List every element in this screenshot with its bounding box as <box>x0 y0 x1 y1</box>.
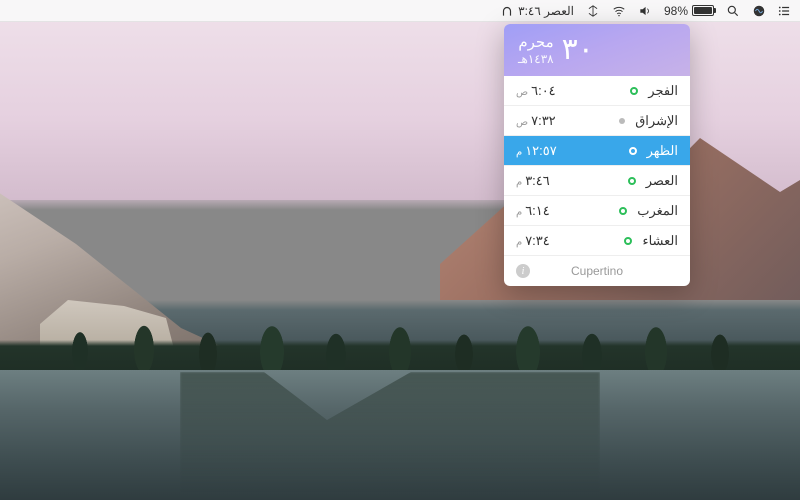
prayer-time: ٦:١٤ <box>525 203 550 219</box>
spotlight-menu-item[interactable] <box>726 4 740 18</box>
prayer-time: ٣:٤٦ <box>525 173 550 189</box>
prayer-row[interactable]: العشاء ٧:٣٤م <box>504 226 690 256</box>
prayer-time: ١٢:٥٧ <box>525 143 557 159</box>
indicator-active-icon <box>624 237 632 245</box>
app-status-text: العصر ٣:٤٦ <box>518 4 574 18</box>
prayer-time: ٧:٣٤ <box>525 233 550 249</box>
battery-percent: 98% <box>664 4 688 18</box>
volume-menu-item[interactable] <box>638 4 652 18</box>
prayer-time: ٧:٣٢ <box>531 113 556 129</box>
hijri-year: ١٤٣٨هـ <box>518 52 554 66</box>
prayer-period: م <box>516 207 522 218</box>
indicator-active-icon <box>629 147 637 155</box>
app-menubar-item[interactable]: العصر ٣:٤٦ <box>500 4 574 18</box>
panel-footer: i Cupertino <box>504 256 690 286</box>
prayer-period: ص <box>516 87 528 98</box>
prayer-period: م <box>516 237 522 248</box>
panel-header: ٣٠ محرم ١٤٣٨هـ <box>504 24 690 76</box>
siri-menu-item[interactable] <box>752 4 766 18</box>
arch-icon <box>500 4 514 18</box>
prayer-times-panel: ٣٠ محرم ١٤٣٨هـ الفجر٦:٠٤صالإشراق٧:٣٢صالظ… <box>504 24 690 286</box>
wifi-menu-item[interactable] <box>612 4 626 18</box>
indicator-dot-icon <box>619 118 625 124</box>
indicator-active-icon <box>628 177 636 185</box>
prayer-time: ٦:٠٤ <box>531 83 556 99</box>
search-icon <box>726 4 740 18</box>
prayer-row[interactable]: الإشراق ٧:٣٢ص <box>504 106 690 136</box>
battery-menu-item[interactable]: 98% <box>664 4 714 18</box>
prayer-name: الإشراق <box>635 113 678 129</box>
prayer-name: العشاء <box>642 233 678 249</box>
prayer-period: م <box>516 177 522 188</box>
indicator-active-icon <box>619 207 627 215</box>
wifi-icon <box>612 4 626 18</box>
notification-center-menu-item[interactable] <box>778 4 792 18</box>
hijri-day: ٣٠ <box>562 35 594 65</box>
prayer-name: المغرب <box>637 203 678 219</box>
menu-bar: العصر ٣:٤٦ 98% <box>0 0 800 22</box>
prayer-name: الفجر <box>648 83 678 99</box>
list-icon <box>778 4 792 18</box>
siri-icon <box>752 4 766 18</box>
hijri-month: محرم <box>518 34 554 52</box>
prayer-row[interactable]: المغرب ٦:١٤م <box>504 196 690 226</box>
indicator-active-icon <box>630 87 638 95</box>
prayer-row[interactable]: العصر ٣:٤٦م <box>504 166 690 196</box>
prayer-row[interactable]: الفجر ٦:٠٤ص <box>504 76 690 106</box>
info-icon[interactable]: i <box>516 264 530 278</box>
prayer-period: ص <box>516 117 528 128</box>
sync-menu-item[interactable] <box>586 4 600 18</box>
battery-icon <box>692 5 714 16</box>
volume-icon <box>638 4 652 18</box>
location-label: Cupertino <box>530 264 664 278</box>
prayer-name: الظهر <box>647 143 678 159</box>
prayer-name: العصر <box>646 173 678 189</box>
sync-icon <box>586 4 600 18</box>
prayer-period: م <box>516 147 522 158</box>
prayer-row[interactable]: الظهر ١٢:٥٧م <box>504 136 690 166</box>
